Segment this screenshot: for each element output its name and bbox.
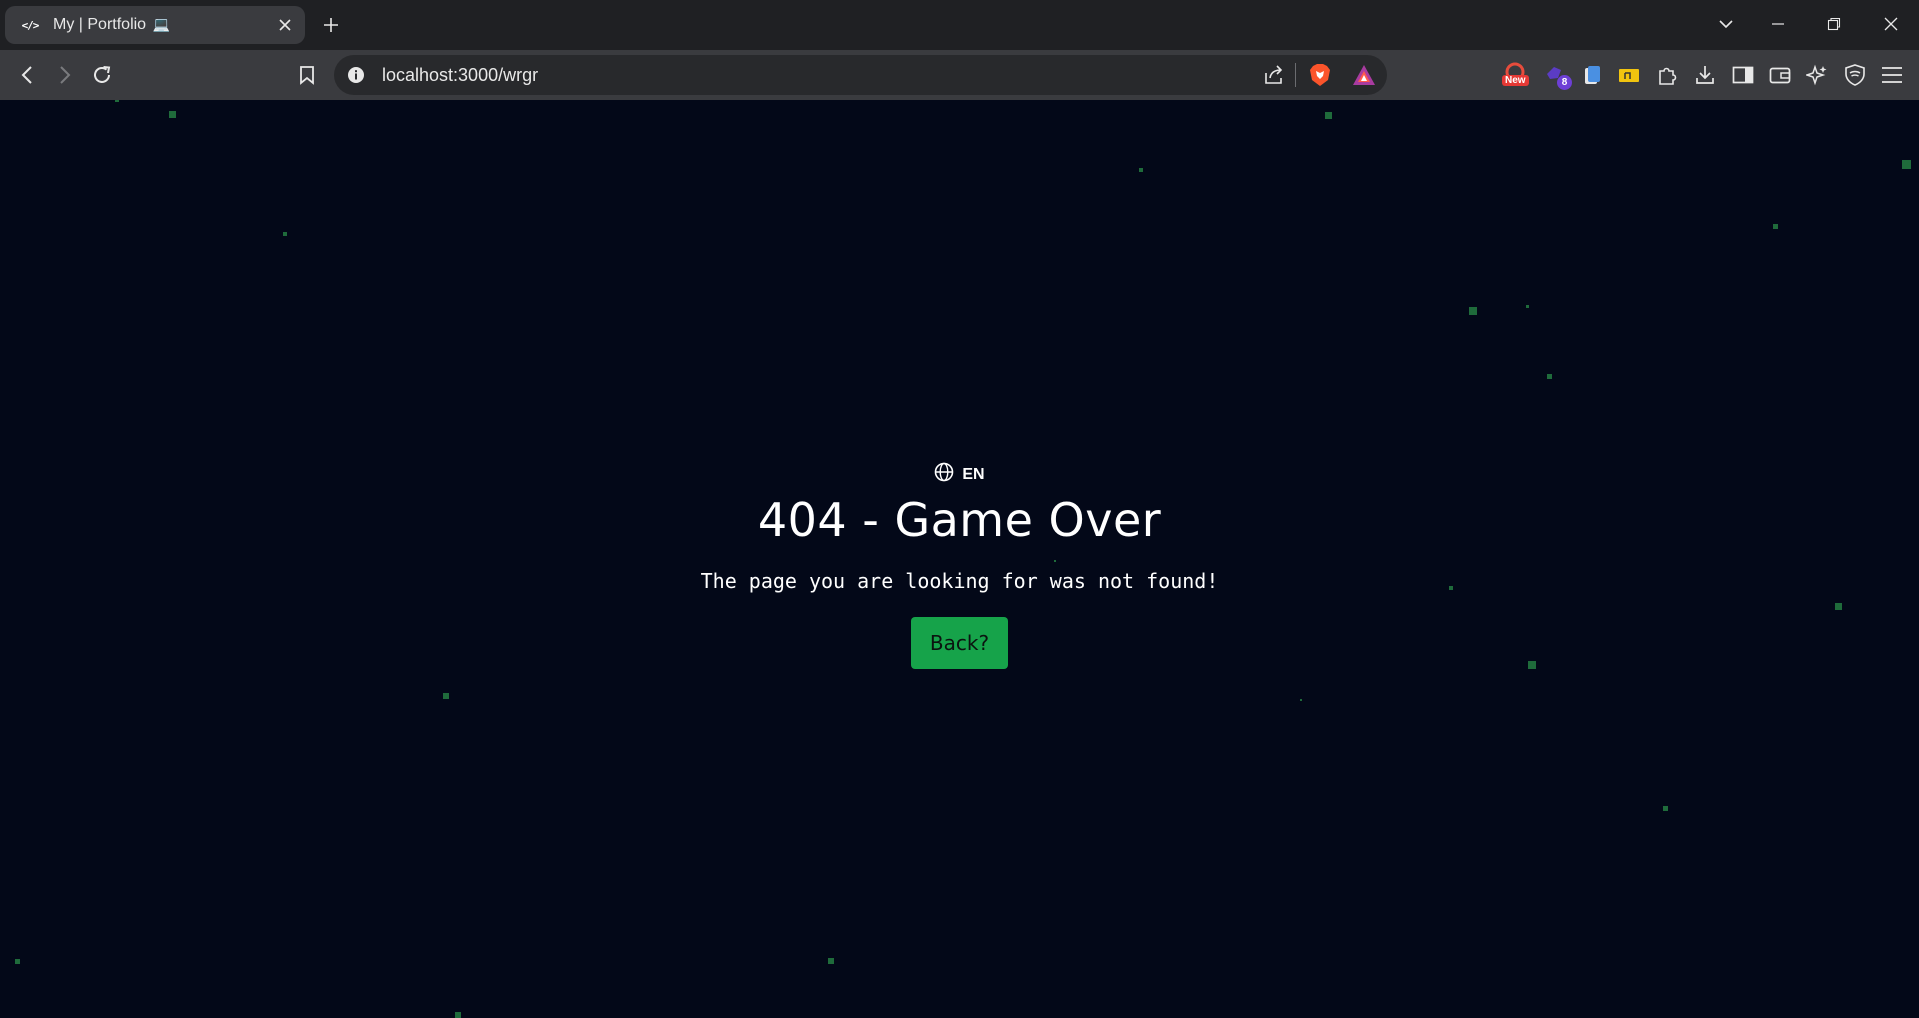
- page-title: 404 - Game Over: [757, 493, 1162, 547]
- new-tab-button[interactable]: [318, 12, 344, 38]
- background-star: [1547, 374, 1552, 379]
- leo-ai-sparkle-icon[interactable]: [1803, 61, 1831, 89]
- menu-hamburger-icon[interactable]: [1878, 61, 1906, 89]
- page-content: EN 404 - Game Over The page you are look…: [0, 100, 1919, 1018]
- laptop-emoji: 💻: [152, 16, 170, 32]
- background-star: [1469, 307, 1477, 315]
- extension-puzzle-badge-icon[interactable]: 8: [1543, 61, 1572, 90]
- close-window-icon[interactable]: [1873, 8, 1909, 40]
- not-found-message: The page you are looking for was not fou…: [700, 569, 1219, 593]
- background-star: [1325, 112, 1332, 119]
- background-star: [1773, 224, 1778, 229]
- background-star: [115, 100, 119, 102]
- bookmark-icon[interactable]: [292, 60, 322, 90]
- wallet-icon[interactable]: [1766, 61, 1794, 89]
- tab-strip: </> My | Portfolio 💻: [0, 0, 1919, 50]
- browser-toolbar: localhost:3000/wrgr New 8: [0, 50, 1919, 100]
- address-bar[interactable]: localhost:3000/wrgr: [334, 55, 1387, 95]
- background-star: [283, 232, 287, 236]
- background-star: [828, 958, 834, 964]
- tab-title: My | Portfolio 💻: [53, 16, 170, 33]
- site-info-icon[interactable]: [346, 65, 366, 90]
- download-icon[interactable]: [1691, 61, 1719, 89]
- background-star: [443, 693, 449, 699]
- browser-tab[interactable]: </> My | Portfolio 💻: [5, 6, 305, 44]
- background-star: [1663, 806, 1668, 811]
- background-star: [1300, 699, 1302, 701]
- sidebar-toggle-icon[interactable]: [1729, 61, 1757, 89]
- reload-icon[interactable]: [87, 60, 117, 90]
- language-label: EN: [962, 465, 985, 483]
- close-tab-icon[interactable]: [275, 15, 295, 35]
- restore-icon[interactable]: [1816, 8, 1852, 40]
- background-star: [1526, 305, 1529, 308]
- background-star: [1902, 160, 1911, 169]
- brave-shields-icon[interactable]: [1309, 63, 1331, 92]
- tab-search-chevron-down-icon[interactable]: [1708, 8, 1744, 40]
- language-switcher[interactable]: EN: [934, 462, 985, 487]
- extensions-puzzle-icon[interactable]: [1653, 61, 1681, 89]
- brave-rewards-icon[interactable]: [1352, 64, 1376, 91]
- background-star: [455, 1012, 461, 1018]
- url-text: localhost:3000/wrgr: [382, 65, 539, 85]
- code-favicon-icon: </>: [21, 18, 40, 32]
- forward-arrow-icon[interactable]: [50, 60, 80, 90]
- background-star: [169, 111, 176, 118]
- extension-clipboard-icon[interactable]: [1578, 61, 1606, 89]
- omnibox-divider: [1295, 63, 1296, 87]
- vpn-shield-icon[interactable]: [1841, 61, 1869, 89]
- back-button[interactable]: Back?: [910, 617, 1009, 669]
- background-star: [1139, 168, 1143, 172]
- extension-folder-icon[interactable]: [1615, 61, 1643, 89]
- not-found-panel: EN 404 - Game Over The page you are look…: [0, 462, 1919, 669]
- minimize-icon[interactable]: [1760, 8, 1796, 40]
- count-badge: 8: [1557, 75, 1572, 90]
- background-star: [15, 959, 20, 964]
- globe-icon: [934, 462, 954, 487]
- extension-new-icon[interactable]: New: [1502, 61, 1530, 89]
- back-arrow-icon[interactable]: [12, 60, 42, 90]
- new-badge: New: [1502, 75, 1529, 86]
- share-icon[interactable]: [1263, 64, 1285, 91]
